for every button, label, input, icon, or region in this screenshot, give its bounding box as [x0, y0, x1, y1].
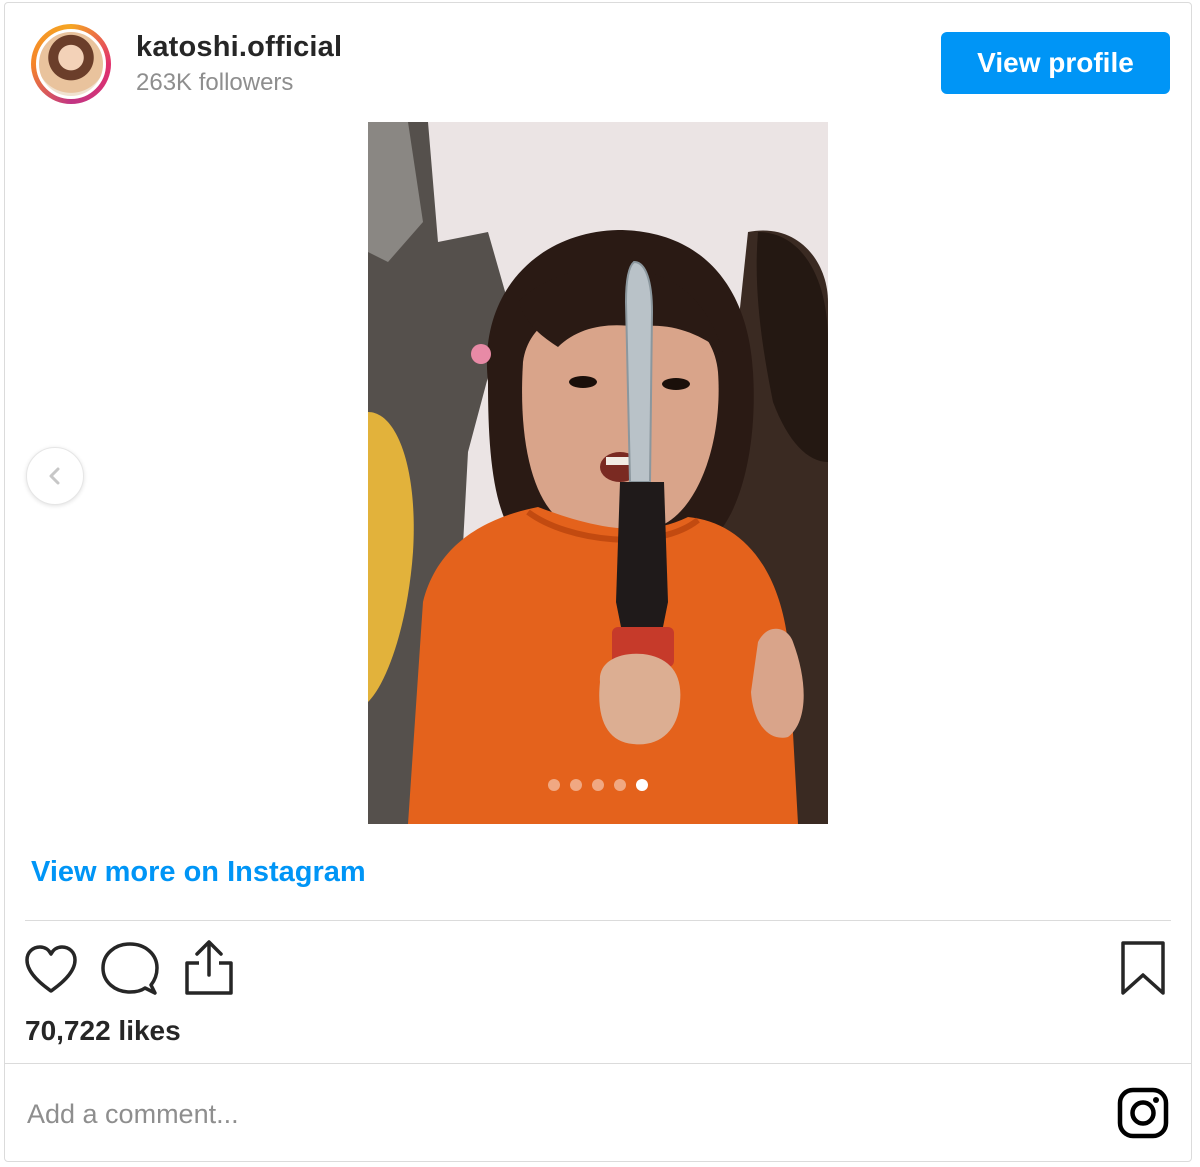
instagram-logo-icon[interactable]: [1117, 1087, 1169, 1139]
post-photo-illustration: [368, 122, 828, 824]
instagram-embed-card: katoshi.official 263K followers View pro…: [4, 2, 1192, 1162]
bookmark-icon[interactable]: [1119, 939, 1167, 997]
carousel-dot: [570, 779, 582, 791]
divider: [25, 920, 1171, 921]
add-comment-input[interactable]: [25, 1091, 1069, 1137]
divider: [5, 1063, 1191, 1064]
like-count: 70,722 likes: [25, 1015, 181, 1046]
carousel-dot: [592, 779, 604, 791]
heart-icon[interactable]: [23, 943, 79, 995]
follower-count: 263K followers: [136, 69, 294, 96]
view-profile-button[interactable]: View profile: [941, 32, 1170, 94]
post-photo[interactable]: [368, 122, 828, 824]
view-more-on-instagram-link[interactable]: View more on Instagram: [31, 856, 366, 889]
carousel-indicator: [368, 779, 828, 791]
username[interactable]: katoshi.official: [136, 31, 342, 64]
carousel-dot: [548, 779, 560, 791]
avatar-image: [36, 29, 106, 99]
carousel-dot-active: [636, 779, 648, 791]
chevron-left-icon: [49, 467, 60, 485]
carousel-prev-button[interactable]: [26, 447, 84, 505]
avatar[interactable]: [31, 24, 111, 104]
comment-bubble-icon[interactable]: [101, 941, 159, 997]
carousel-dot: [614, 779, 626, 791]
share-icon[interactable]: [183, 939, 235, 997]
